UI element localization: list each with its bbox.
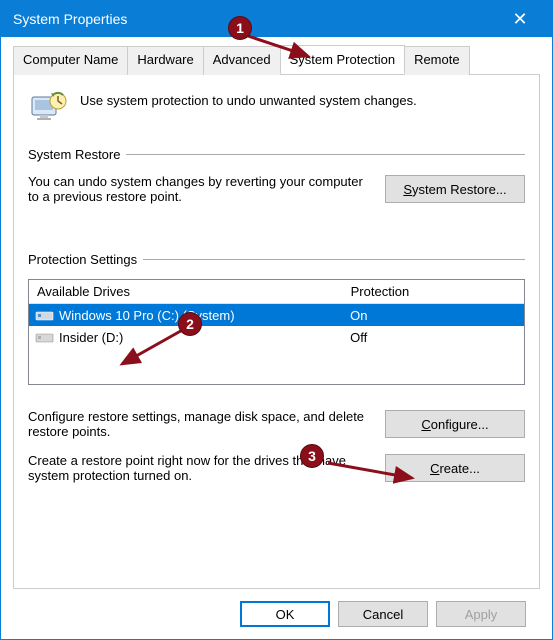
drive-protection-status: Off: [342, 330, 524, 345]
tab-strip: Computer Name Hardware Advanced System P…: [13, 45, 540, 75]
tab-advanced[interactable]: Advanced: [203, 46, 281, 75]
tab-computer-name[interactable]: Computer Name: [13, 46, 128, 75]
system-protection-icon: [28, 89, 68, 127]
create-description: Create a restore point right now for the…: [28, 453, 375, 483]
tab-hardware[interactable]: Hardware: [127, 46, 203, 75]
cancel-button[interactable]: Cancel: [338, 601, 428, 627]
configure-button[interactable]: Configure...: [385, 410, 525, 438]
ok-button[interactable]: OK: [240, 601, 330, 627]
column-header-drives[interactable]: Available Drives: [29, 280, 343, 303]
configure-description: Configure restore settings, manage disk …: [28, 409, 375, 439]
apply-button[interactable]: Apply: [436, 601, 526, 627]
drive-name: Windows 10 Pro (C:) (System): [59, 308, 235, 323]
drive-row[interactable]: Windows 10 Pro (C:) (System) On: [29, 304, 524, 326]
system-restore-button[interactable]: System Restore...: [385, 175, 525, 203]
divider: [126, 154, 525, 155]
create-button[interactable]: Create...: [385, 454, 525, 482]
intro-row: Use system protection to undo unwanted s…: [28, 89, 525, 127]
tab-remote[interactable]: Remote: [404, 46, 470, 75]
drive-icon: [35, 329, 55, 345]
drive-row[interactable]: Insider (D:) Off: [29, 326, 524, 348]
drive-list-header: Available Drives Protection: [29, 280, 524, 304]
drive-list[interactable]: Available Drives Protection Windows 10 P…: [28, 279, 525, 385]
divider: [143, 259, 525, 260]
drive-icon: [35, 307, 55, 323]
system-properties-window: System Properties ✕ Computer Name Hardwa…: [0, 0, 553, 640]
group-title-protection: Protection Settings: [28, 252, 137, 267]
dialog-button-bar: OK Cancel Apply: [13, 589, 540, 639]
tab-panel-system-protection: Use system protection to undo unwanted s…: [13, 75, 540, 589]
restore-description: You can undo system changes by reverting…: [28, 174, 375, 204]
group-protection-settings: Protection Settings Available Drives Pro…: [28, 252, 525, 487]
column-header-protection[interactable]: Protection: [343, 280, 524, 303]
titlebar: System Properties ✕: [1, 1, 552, 37]
window-title: System Properties: [13, 11, 500, 27]
group-title-restore: System Restore: [28, 147, 120, 162]
close-icon[interactable]: ✕: [500, 1, 540, 37]
drive-protection-status: On: [342, 308, 524, 323]
tab-system-protection[interactable]: System Protection: [280, 45, 406, 74]
content-area: Computer Name Hardware Advanced System P…: [1, 37, 552, 639]
drive-name: Insider (D:): [59, 330, 123, 345]
group-system-restore: System Restore You can undo system chang…: [28, 147, 525, 218]
intro-text: Use system protection to undo unwanted s…: [80, 89, 417, 108]
